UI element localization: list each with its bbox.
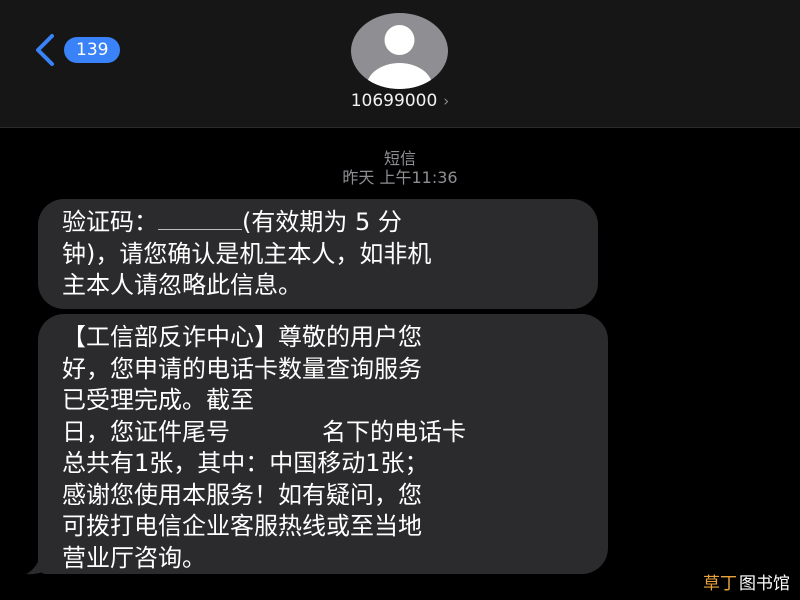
- redacted-id: [230, 420, 322, 445]
- message-line: 日，您证件尾号 名下的电话卡: [62, 417, 466, 446]
- message-line: 感谢您使用本服务！如有疑问，您: [62, 480, 422, 509]
- contact-avatar[interactable]: [351, 13, 448, 89]
- person-icon: [366, 25, 433, 89]
- watermark-part-a: 草丁: [703, 574, 737, 594]
- message-line: 可拨打电信企业客服热线或至当地: [62, 512, 422, 540]
- message-bubble[interactable]: 验证码： (有效期为 5 分 钟)，请您确认是机主本人，如非机 主本人请忽略此信息…: [38, 199, 598, 309]
- message-line: 已受理完成。截至: [62, 385, 588, 417]
- message-line: 主本人请忽略此信息。: [62, 271, 302, 299]
- message-timestamp: 昨天 上午11:36: [342, 168, 458, 187]
- message-line: 总共有1张，其中：中国移动1张；: [62, 449, 429, 477]
- watermark: 草丁 图书馆: [703, 569, 790, 594]
- message-line: 钟)，请您确认是机主本人，如非机: [62, 239, 432, 268]
- chevron-left-icon: [36, 34, 54, 66]
- message-line: 【工信部反诈中心】尊敬的用户您: [62, 323, 422, 351]
- contact-number: 10699000: [350, 91, 438, 111]
- message-line: 好，您申请的电话卡数量查询服务: [62, 354, 422, 383]
- watermark-part-b: 图书馆: [739, 574, 790, 594]
- redacted-code: [158, 209, 242, 230]
- redacted-date: [254, 389, 474, 413]
- back-button[interactable]: 139: [30, 30, 121, 70]
- contact-name[interactable]: 10699000 ›: [0, 91, 800, 111]
- message-line: 营业厅咨询。: [62, 543, 206, 572]
- message-bubble[interactable]: 【工信部反诈中心】尊敬的用户您 好，您申请的电话卡数量查询服务 已受理完成。截至…: [38, 314, 608, 574]
- message-line: 验证码： (有效期为 5 分: [62, 208, 402, 236]
- chevron-right-icon: ›: [443, 92, 450, 110]
- conversation-header: 139 10699000 ›: [0, 0, 800, 128]
- unread-count-badge: 139: [64, 37, 121, 63]
- bubble-tail: [26, 552, 54, 575]
